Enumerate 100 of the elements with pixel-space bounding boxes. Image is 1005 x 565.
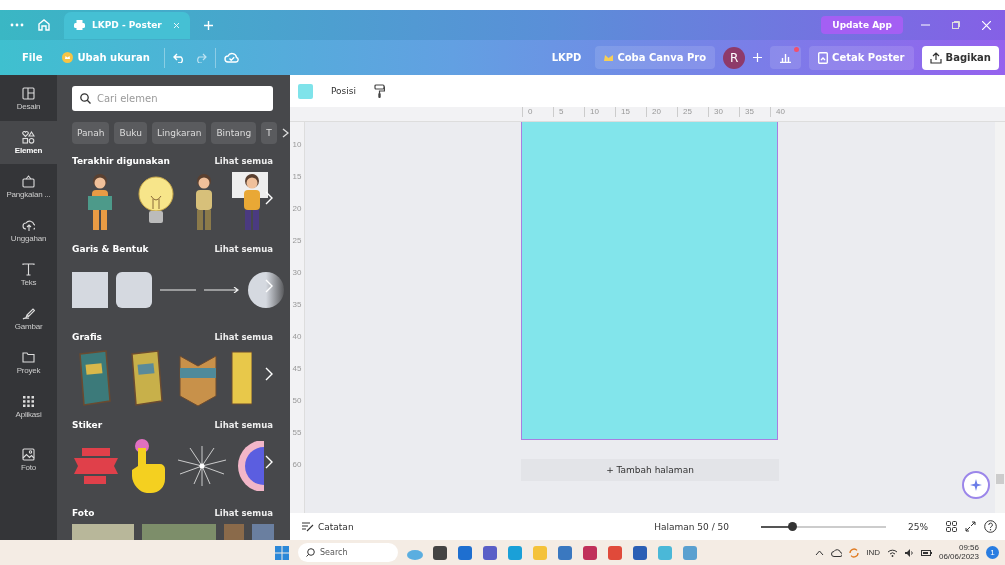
slider-thumb[interactable] — [788, 521, 798, 531]
see-all-link[interactable]: Lihat semua — [214, 332, 273, 342]
category-chip[interactable]: Lingkaran — [152, 122, 207, 144]
pen-icon — [22, 306, 35, 320]
section-title: Terakhir digunakan — [72, 156, 170, 166]
ruler-label: 30 — [708, 107, 739, 117]
ruler-label: 60 — [291, 460, 303, 471]
scrollbar[interactable] — [995, 122, 1005, 513]
ruler-label: 10 — [291, 140, 303, 151]
ruler-label: 10 — [584, 107, 615, 117]
printer-icon — [74, 20, 85, 30]
ruler-label: 40 — [291, 332, 303, 343]
notes-button[interactable]: Catatan — [300, 519, 356, 534]
ruler-label: 5 — [553, 107, 584, 117]
undo-icon[interactable] — [172, 52, 186, 63]
sidebar-tab[interactable]: Aplikasi — [0, 385, 57, 428]
book-illustration[interactable] — [228, 348, 252, 408]
cloud-check-icon[interactable] — [223, 52, 239, 63]
sidebar-tab[interactable]: Desain — [0, 77, 57, 120]
grid-view-icon[interactable] — [946, 521, 957, 532]
flower-badge-sticker[interactable] — [236, 441, 264, 491]
notification-badge[interactable]: 1 — [986, 546, 999, 559]
speaker-icon[interactable] — [904, 548, 914, 557]
clock-date[interactable]: 06/06/2023 — [938, 552, 979, 561]
restore-icon[interactable] — [952, 21, 960, 29]
apps-icon — [22, 394, 35, 408]
wifi-icon[interactable] — [886, 548, 898, 557]
add-page-button[interactable]: + Tambah halaman — [521, 459, 779, 481]
see-all-link[interactable]: Lihat semua — [214, 244, 273, 254]
position-button[interactable]: Posisi — [325, 82, 362, 100]
person-at-board-illustration[interactable] — [232, 172, 268, 232]
color-swatch[interactable] — [298, 83, 313, 99]
category-chip[interactable]: T — [261, 122, 277, 144]
text-icon — [22, 262, 35, 276]
section-title: Garis & Bentuk — [72, 244, 149, 254]
sidebar-tab[interactable]: Unggahan — [0, 209, 57, 252]
image-icon — [22, 447, 35, 461]
ruler-label: 20 — [291, 204, 303, 215]
sync-icon[interactable] — [849, 547, 860, 558]
see-all-link[interactable]: Lihat semua — [214, 508, 273, 518]
rounded-square-shape[interactable] — [116, 272, 152, 308]
sparkle-icon — [970, 479, 982, 491]
share-button[interactable]: Bagikan — [921, 45, 999, 70]
ruler-label: 30 — [291, 268, 303, 279]
zoom-slider[interactable] — [761, 525, 886, 528]
plus-icon[interactable] — [204, 20, 213, 30]
ruler-label: 0 — [522, 107, 553, 117]
section-title: Foto — [72, 508, 95, 518]
sidebar-tab[interactable]: Gambar — [0, 297, 57, 340]
zoom-reading: 25% — [908, 521, 928, 532]
circle-shape[interactable] — [248, 272, 284, 308]
sparkle-burst-sticker[interactable] — [176, 446, 228, 486]
windows-start-icon[interactable] — [275, 545, 289, 560]
line-shape[interactable] — [160, 288, 196, 292]
category-chip[interactable]: Panah — [72, 122, 110, 144]
expand-icon[interactable] — [965, 521, 976, 532]
sidebar-tab[interactable]: Elemen — [0, 121, 57, 164]
ruler-label: 45 — [291, 364, 303, 375]
help-icon[interactable] — [984, 520, 997, 533]
clock-time[interactable]: 09:56 — [958, 544, 979, 553]
sidebar-tab[interactable]: Proyek — [0, 341, 57, 384]
paint-roller-icon[interactable] — [374, 84, 385, 98]
chevron-up-icon[interactable] — [815, 549, 825, 556]
cloud-icon[interactable] — [831, 548, 843, 557]
magic-button[interactable] — [962, 471, 990, 499]
section-title: Grafis — [72, 332, 102, 342]
page-counter[interactable]: Halaman 50 / 50 — [652, 519, 731, 534]
more-icon[interactable] — [10, 23, 24, 27]
analytics-button[interactable] — [770, 46, 802, 69]
shapes-icon — [22, 130, 35, 144]
sidebar-tab[interactable]: Pangkalan ... — [0, 165, 57, 208]
ruler-label: 25 — [677, 107, 708, 117]
sidebar-tab[interactable]: Teks — [0, 253, 57, 296]
ribbon-sticker[interactable] — [72, 446, 120, 486]
plus-icon[interactable] — [753, 53, 763, 62]
poster-icon — [818, 51, 829, 64]
element-search-field[interactable]: Cari elemen — [72, 86, 273, 111]
see-all-link[interactable]: Lihat semua — [214, 420, 273, 430]
category-chip[interactable]: Buku — [114, 122, 147, 144]
ruler-label: 50 — [291, 396, 303, 407]
briefcase-icon — [22, 174, 35, 188]
see-all-link[interactable]: Lihat semua — [214, 156, 273, 166]
ruler-label: 15 — [291, 172, 303, 183]
battery-icon[interactable] — [920, 548, 932, 557]
arrow-shape[interactable] — [204, 287, 240, 293]
category-chip[interactable]: Bintang — [211, 122, 257, 144]
ruler-label: 55 — [291, 428, 303, 439]
home-icon[interactable] — [38, 19, 50, 31]
crown-icon — [62, 52, 74, 63]
section-title: Stiker — [72, 420, 103, 430]
ruler-label: 35 — [291, 300, 303, 311]
ruler-label: 20 — [646, 107, 677, 117]
chevron-right-icon[interactable] — [281, 128, 289, 138]
taskbar-search-field[interactable]: Search — [298, 543, 398, 562]
language-indicator[interactable]: IND — [866, 548, 880, 557]
ruler-label: 25 — [291, 236, 303, 247]
update-app-button[interactable]: Update App — [821, 16, 903, 34]
notes-icon — [302, 521, 314, 532]
avatar[interactable]: R — [723, 46, 746, 69]
sidebar-tab[interactable]: Foto — [0, 438, 57, 481]
